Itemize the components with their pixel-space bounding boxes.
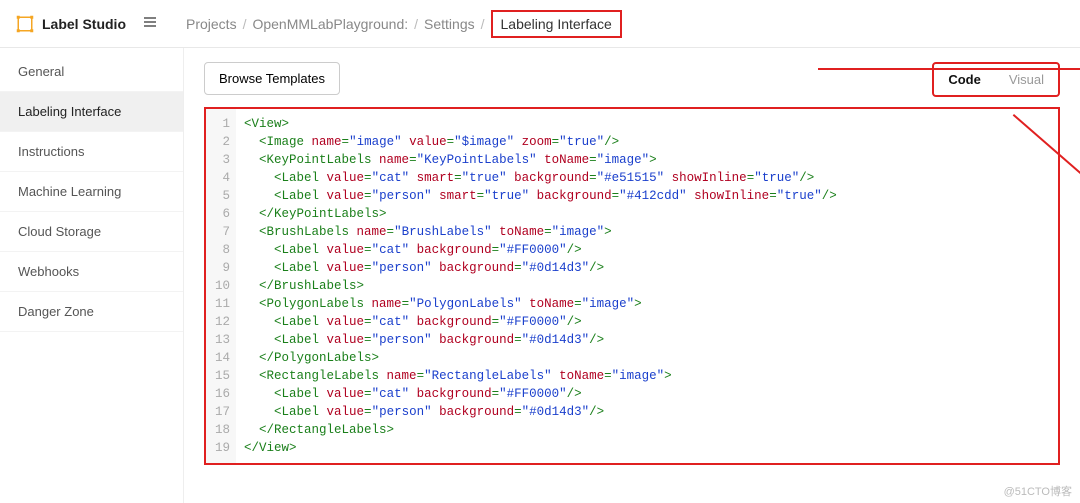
annotation-line xyxy=(818,68,1080,70)
breadcrumbs: Projects / OpenMMLabPlayground: / Settin… xyxy=(186,10,622,38)
topbar: Label Studio Projects / OpenMMLabPlaygro… xyxy=(0,0,1080,48)
crumb-labeling-interface[interactable]: Labeling Interface xyxy=(491,10,622,38)
line-gutter: 12345678910111213141516171819 xyxy=(206,109,236,463)
crumb-settings[interactable]: Settings xyxy=(424,16,475,32)
brand-name: Label Studio xyxy=(42,16,126,32)
sidebar-item-labeling-interface[interactable]: Labeling Interface xyxy=(0,92,183,132)
sidebar-item-general[interactable]: General xyxy=(0,52,183,92)
sidebar-item-machine-learning[interactable]: Machine Learning xyxy=(0,172,183,212)
browse-templates-button[interactable]: Browse Templates xyxy=(204,62,340,95)
code-editor[interactable]: 12345678910111213141516171819 <View> <Im… xyxy=(204,107,1060,465)
code-content[interactable]: <View> <Image name="image" value="$image… xyxy=(236,109,845,463)
logo-icon xyxy=(16,15,34,33)
crumb-sep: / xyxy=(481,16,485,32)
sidebar-item-cloud-storage[interactable]: Cloud Storage xyxy=(0,212,183,252)
crumb-sep: / xyxy=(243,16,247,32)
sidebar-item-danger-zone[interactable]: Danger Zone xyxy=(0,292,183,332)
brand[interactable]: Label Studio xyxy=(16,14,166,33)
sidebar: General Labeling Interface Instructions … xyxy=(0,48,184,503)
crumb-sep: / xyxy=(414,16,418,32)
main: Browse Templates Code Visual 12345678910… xyxy=(184,48,1080,503)
sidebar-item-instructions[interactable]: Instructions xyxy=(0,132,183,172)
watermark: @51CTO博客 xyxy=(1004,483,1072,499)
hamburger-icon[interactable] xyxy=(142,14,158,33)
sidebar-item-webhooks[interactable]: Webhooks xyxy=(0,252,183,292)
crumb-project-name[interactable]: OpenMMLabPlayground: xyxy=(252,16,408,32)
crumb-projects[interactable]: Projects xyxy=(186,16,237,32)
